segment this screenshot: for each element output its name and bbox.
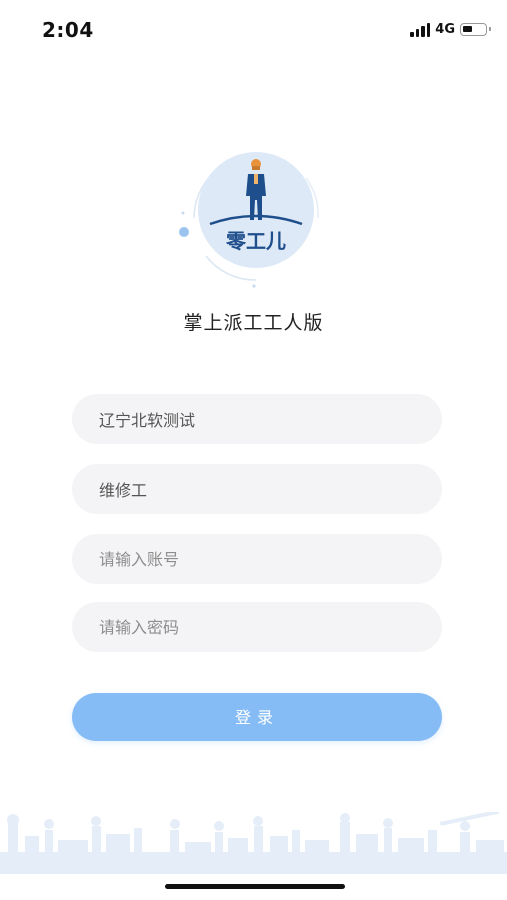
role-field[interactable]: 维修工	[72, 464, 442, 514]
worker-silhouettes-icon	[0, 812, 507, 874]
network-type: 4G	[435, 22, 455, 37]
login-button[interactable]: 登录	[72, 693, 442, 741]
status-bar: 2:04 4G	[0, 0, 507, 60]
password-field[interactable]	[72, 602, 442, 652]
worker-silhouettes-footer	[0, 812, 507, 874]
battery-fill	[463, 26, 472, 32]
home-indicator[interactable]	[165, 884, 345, 889]
company-field[interactable]: 辽宁北软测试	[72, 394, 442, 444]
signal-icon	[410, 22, 431, 37]
account-input[interactable]	[99, 549, 442, 569]
company-value: 辽宁北软测试	[99, 411, 196, 430]
status-time: 2:04	[42, 18, 94, 42]
app-title: 掌上派工工人版	[183, 312, 324, 334]
battery-icon	[460, 23, 491, 36]
logo-brand-text: 零工儿	[225, 229, 286, 253]
construction-worker-logo-icon: 零工儿	[179, 152, 319, 288]
app-logo: 零工儿	[176, 138, 336, 298]
account-field[interactable]	[72, 534, 442, 584]
status-indicators: 4G	[410, 22, 491, 37]
role-value: 维修工	[99, 481, 148, 500]
password-input[interactable]	[99, 617, 442, 637]
